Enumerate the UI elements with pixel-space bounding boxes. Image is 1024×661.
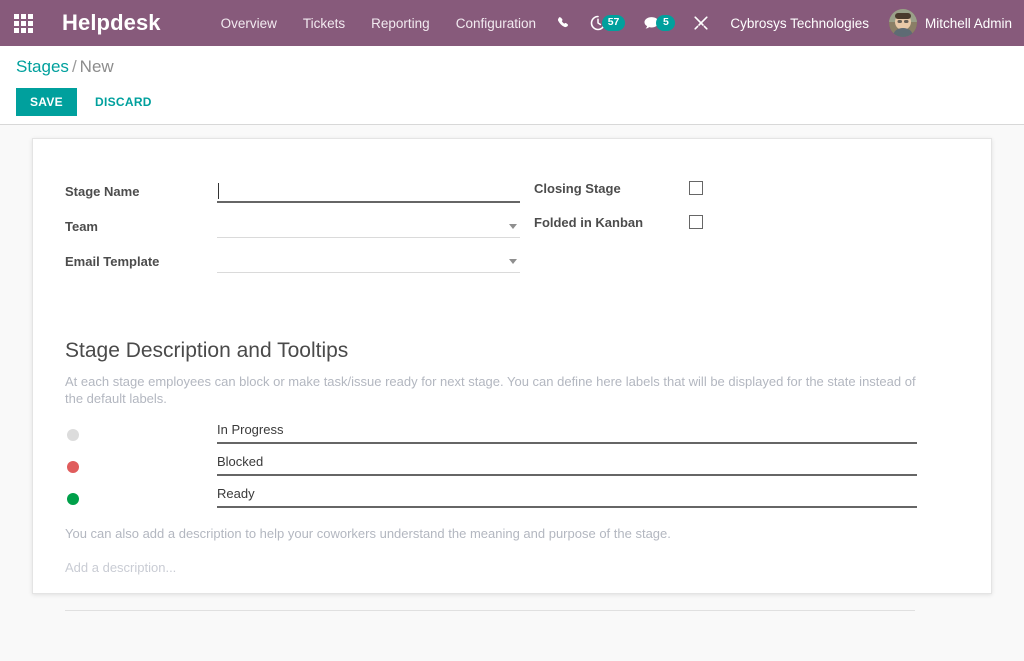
description-textarea[interactable]: Add a description... — [65, 559, 915, 611]
status-dot-grey-icon — [67, 429, 79, 441]
field-label-folded-in-kanban: Folded in Kanban — [534, 214, 644, 230]
field-folded-in-kanban: Folded in Kanban — [534, 211, 959, 233]
main-menu: Overview Tickets Reporting Configuration — [221, 16, 536, 31]
top-navbar: Helpdesk Overview Tickets Reporting Conf… — [0, 0, 1024, 46]
legend-row-ready: Ready — [65, 485, 959, 508]
legend-dot-cell-ready — [65, 493, 217, 508]
activity-count-badge: 57 — [601, 15, 626, 31]
control-panel-buttons: SAVE DISCARD — [16, 88, 1008, 116]
legend-row-blocked: Blocked — [65, 453, 959, 476]
save-button[interactable]: SAVE — [16, 88, 77, 116]
legend-input-ready[interactable]: Ready — [217, 485, 917, 508]
breadcrumb: Stages / New — [16, 56, 1008, 78]
navbar-systray: 57 5 Cybrosys Technologies Mitchell Admi… — [548, 0, 1024, 46]
text-cursor — [218, 183, 219, 199]
tools-icon — [693, 15, 709, 31]
menu-item-reporting[interactable]: Reporting — [371, 16, 430, 31]
breadcrumb-parent[interactable]: Stages — [16, 57, 69, 76]
field-team: Team — [65, 212, 520, 238]
legend-row-normal: In Progress — [65, 421, 959, 444]
apps-grid-icon — [13, 13, 33, 33]
section-help-text: At each stage employees can block or mak… — [65, 374, 916, 406]
discard-button[interactable]: DISCARD — [83, 88, 164, 116]
legend-input-in-progress[interactable]: In Progress — [217, 421, 917, 444]
avatar — [888, 9, 917, 37]
field-control-team — [217, 214, 520, 238]
field-label-email-template: Email Template — [65, 254, 160, 269]
description-placeholder: Add a description... — [65, 560, 177, 575]
company-switcher[interactable]: Cybrosys Technologies — [718, 16, 881, 31]
user-menu[interactable]: Mitchell Admin — [881, 9, 1012, 37]
stage-description-section: Stage Description and Tooltips At each s… — [65, 338, 959, 611]
field-closing-stage: Closing Stage — [534, 177, 959, 199]
tools-button[interactable] — [684, 0, 718, 46]
legend-dot-cell-normal — [65, 429, 217, 444]
phone-icon — [557, 16, 572, 31]
form-column-right: Closing Stage Folded in Kanban — [520, 177, 959, 282]
legend-dot-cell-blocked — [65, 461, 217, 476]
section-title: Stage Description and Tooltips — [65, 339, 349, 362]
messages-button[interactable]: 5 — [634, 0, 684, 46]
form-background: Stage Name Team Email Template Closing S… — [0, 125, 1024, 655]
phone-button[interactable] — [548, 0, 581, 46]
messages-count-badge: 5 — [656, 15, 676, 31]
activity-button[interactable]: 57 — [581, 0, 635, 46]
status-dot-green-icon — [67, 493, 79, 505]
menu-item-configuration[interactable]: Configuration — [456, 16, 536, 31]
control-panel: Stages / New SAVE DISCARD — [0, 46, 1024, 125]
chevron-down-icon — [509, 259, 517, 264]
field-label-stage-name: Stage Name — [65, 184, 140, 199]
menu-item-tickets[interactable]: Tickets — [303, 16, 345, 31]
legend-input-blocked[interactable]: Blocked — [217, 453, 917, 476]
field-control-email-template — [217, 249, 520, 273]
folded-in-kanban-checkbox[interactable] — [689, 215, 703, 229]
menu-item-overview[interactable]: Overview — [221, 16, 277, 31]
username-label: Mitchell Admin — [924, 15, 1012, 31]
field-label-team: Team — [65, 219, 98, 234]
closing-stage-checkbox[interactable] — [689, 181, 703, 195]
chevron-down-icon — [509, 224, 517, 229]
status-dot-red-icon — [67, 461, 79, 473]
apps-menu-button[interactable] — [6, 0, 40, 46]
app-brand-title[interactable]: Helpdesk — [62, 10, 161, 36]
field-control-stage-name — [217, 181, 520, 203]
form-column-left: Stage Name Team Email Template — [65, 177, 520, 282]
field-email-template: Email Template — [65, 247, 520, 273]
description-help-text: You can also add a description to help y… — [65, 526, 671, 541]
breadcrumb-current: New — [79, 57, 114, 76]
form-sheet: Stage Name Team Email Template Closing S… — [32, 138, 992, 611]
field-label-closing-stage: Closing Stage — [534, 180, 621, 196]
stage-name-input[interactable] — [217, 181, 520, 203]
breadcrumb-separator: / — [71, 57, 77, 76]
email-template-select[interactable] — [217, 249, 520, 273]
form-top-group: Stage Name Team Email Template Closing S… — [65, 177, 959, 282]
team-select[interactable] — [217, 214, 520, 238]
field-stage-name: Stage Name — [65, 177, 520, 203]
